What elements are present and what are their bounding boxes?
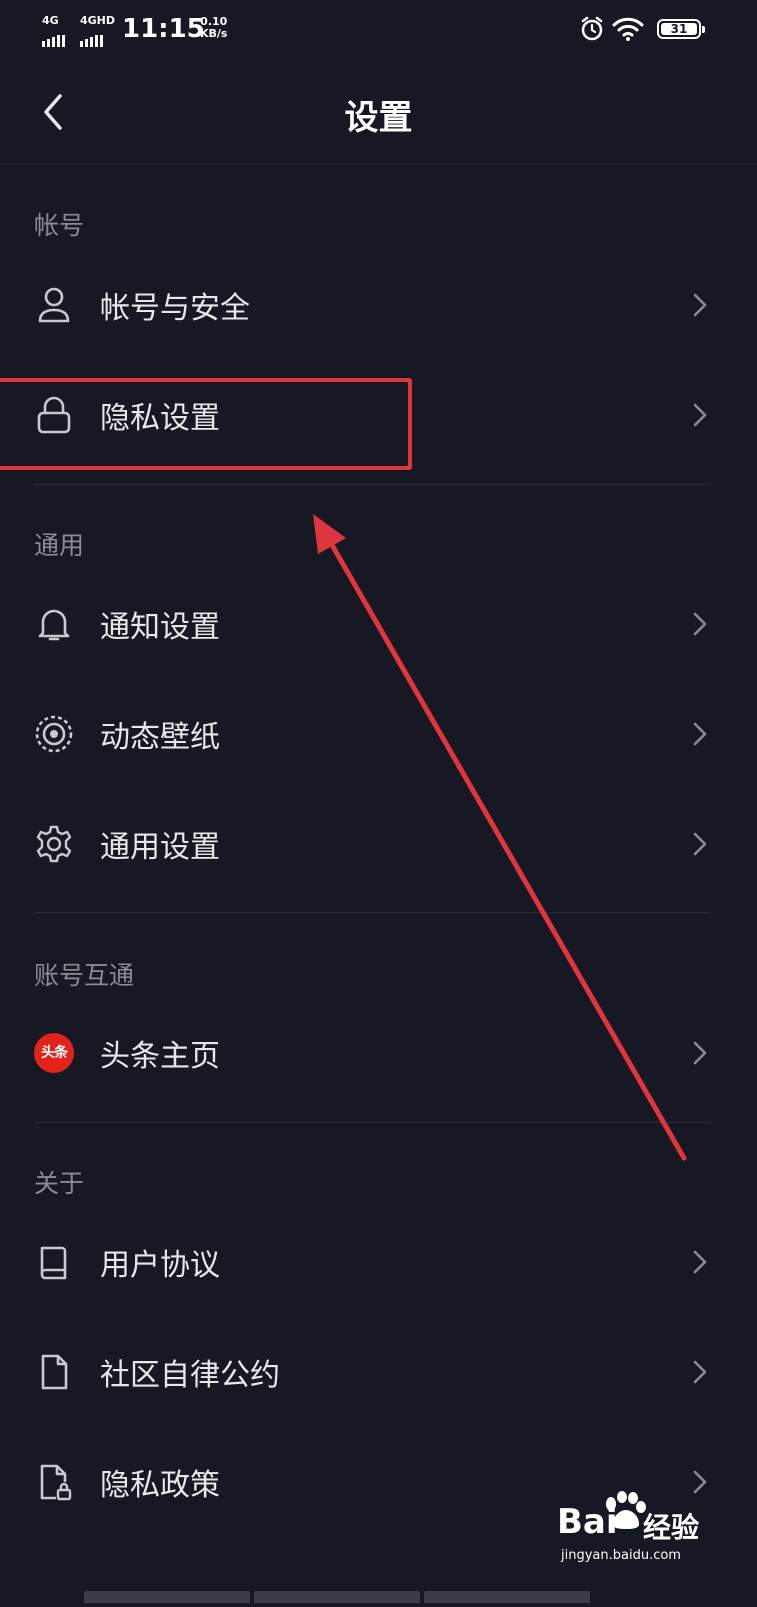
document-icon — [41, 1354, 68, 1390]
settings-item-community-guidelines[interactable]: 社区自律公约 — [0, 1317, 757, 1427]
chevron-right-icon — [693, 293, 707, 317]
settings-item-label: 头条主页 — [100, 1039, 220, 1074]
bell-icon — [38, 609, 70, 641]
watermark-brand-cn: 经验 — [643, 1511, 700, 1544]
section-header-account: 帐号 — [34, 211, 85, 240]
settings-item-toutiao-home[interactable]: 头条 头条主页 — [0, 998, 757, 1108]
section-divider — [34, 1122, 711, 1123]
watermark-brand: Bai — [557, 1502, 618, 1542]
settings-item-label: 隐私政策 — [100, 1468, 220, 1503]
section-header-about: 关于 — [34, 1169, 85, 1198]
settings-item-general[interactable]: 通用设置 — [0, 789, 757, 899]
signal-bars-icon-2 — [80, 28, 105, 47]
settings-item-user-agreement[interactable]: 用户协议 — [0, 1207, 757, 1317]
alarm-icon — [581, 16, 603, 41]
settings-item-label: 通知设置 — [100, 610, 220, 645]
settings-item-label: 用户协议 — [100, 1248, 220, 1283]
chevron-right-icon — [693, 403, 707, 427]
page-title: 设置 — [344, 98, 413, 138]
live-wallpaper-icon — [35, 715, 73, 753]
settings-item-notifications[interactable]: 通知设置 — [0, 569, 757, 679]
toutiao-logo-icon: 头条 — [34, 1033, 74, 1073]
nav-bar: 设置 — [0, 60, 757, 165]
chevron-right-icon — [693, 722, 707, 746]
privacy-document-icon — [40, 1464, 72, 1501]
signal-label-2: 4GHD — [80, 14, 116, 27]
settings-item-label: 通用设置 — [100, 830, 220, 865]
watermark-url: jingyan.baidu.com — [561, 1548, 681, 1563]
chevron-right-icon — [693, 832, 707, 856]
section-header-linked-accounts: 账号互通 — [34, 961, 135, 990]
battery-level: 31 — [670, 22, 688, 36]
status-time: 11:15 — [122, 14, 205, 44]
section-divider — [34, 484, 711, 485]
network-speed: 0.10 KB/s — [200, 16, 227, 40]
settings-item-live-wallpaper[interactable]: 动态壁纸 — [0, 679, 757, 789]
settings-item-label: 动态壁纸 — [100, 720, 220, 755]
settings-item-label: 社区自律公约 — [100, 1358, 280, 1393]
book-icon — [40, 1246, 67, 1280]
chevron-right-icon — [693, 1250, 707, 1274]
status-bar: 4G 4GHD 11:15 0.10 KB/s 31 — [0, 0, 757, 60]
wifi-icon — [612, 17, 644, 41]
chevron-right-icon — [693, 612, 707, 636]
signal-bars-icon-1 — [42, 28, 67, 47]
section-divider — [34, 912, 711, 913]
signal-label-1: 4G — [42, 14, 59, 27]
settings-item-label: 帐号与安全 — [100, 291, 250, 326]
network-speed-unit: KB/s — [200, 27, 228, 40]
settings-item-account-security[interactable]: 帐号与安全 — [0, 250, 757, 360]
baidu-watermark: Bai 经验 jingyan.baidu.com — [557, 1490, 717, 1585]
gear-icon — [36, 825, 72, 863]
chevron-right-icon — [693, 1360, 707, 1384]
bottom-edge-tabs — [84, 1588, 594, 1603]
section-header-general: 通用 — [34, 531, 85, 560]
battery-icon: 31 — [657, 19, 705, 39]
person-icon — [38, 287, 70, 323]
highlight-box — [0, 378, 412, 470]
chevron-right-icon — [693, 1041, 707, 1065]
